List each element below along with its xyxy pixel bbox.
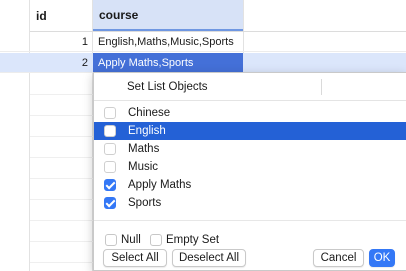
cell-course[interactable]: English,Maths,Music,Sports <box>93 32 243 52</box>
empty-set-label: Empty Set <box>166 234 220 246</box>
checkbox-checked[interactable] <box>104 197 116 209</box>
deselect-all-button[interactable]: Deselect All <box>172 249 246 267</box>
option-music[interactable]: Music <box>94 158 406 176</box>
set-list-popup: Set List Objects Chinese English Maths M… <box>93 72 406 271</box>
column-header-id[interactable]: id <box>30 0 92 31</box>
cell-id[interactable]: 1 <box>30 32 92 52</box>
footer-divider <box>94 220 406 221</box>
cancel-button[interactable]: Cancel <box>313 249 364 267</box>
checkbox[interactable] <box>104 143 116 155</box>
option-label: Apply Maths <box>128 179 192 191</box>
ok-button[interactable]: OK <box>369 249 395 267</box>
option-english[interactable]: English <box>94 122 406 140</box>
cell-id[interactable]: 2 <box>30 53 92 73</box>
checkbox-checked[interactable] <box>104 179 116 191</box>
checkbox[interactable] <box>150 234 162 246</box>
select-all-button[interactable]: Select All <box>103 249 167 267</box>
checkbox[interactable] <box>105 234 117 246</box>
checkbox[interactable] <box>104 107 116 119</box>
option-sports[interactable]: Sports <box>94 194 406 212</box>
column-header-course[interactable]: course <box>93 0 243 31</box>
table-row[interactable]: 1 English,Maths,Music,Sports <box>0 32 406 52</box>
null-label: Null <box>121 234 141 246</box>
cell-course[interactable]: Apply Maths,Sports <box>93 53 243 73</box>
header-separator <box>321 79 322 95</box>
option-label: Maths <box>128 143 160 155</box>
popup-title: Set List Objects <box>127 81 208 93</box>
table-row-selected[interactable]: 2 Apply Maths,Sports <box>0 53 406 73</box>
option-apply-maths[interactable]: Apply Maths <box>94 176 406 194</box>
option-label: Music <box>128 161 159 173</box>
checkbox[interactable] <box>104 161 116 173</box>
option-maths[interactable]: Maths <box>94 140 406 158</box>
popup-header: Set List Objects <box>94 73 406 101</box>
option-label: English <box>128 125 166 137</box>
option-chinese[interactable]: Chinese <box>94 104 406 122</box>
checkbox[interactable] <box>104 125 116 137</box>
option-label: Sports <box>128 197 162 209</box>
option-label: Chinese <box>128 107 171 119</box>
